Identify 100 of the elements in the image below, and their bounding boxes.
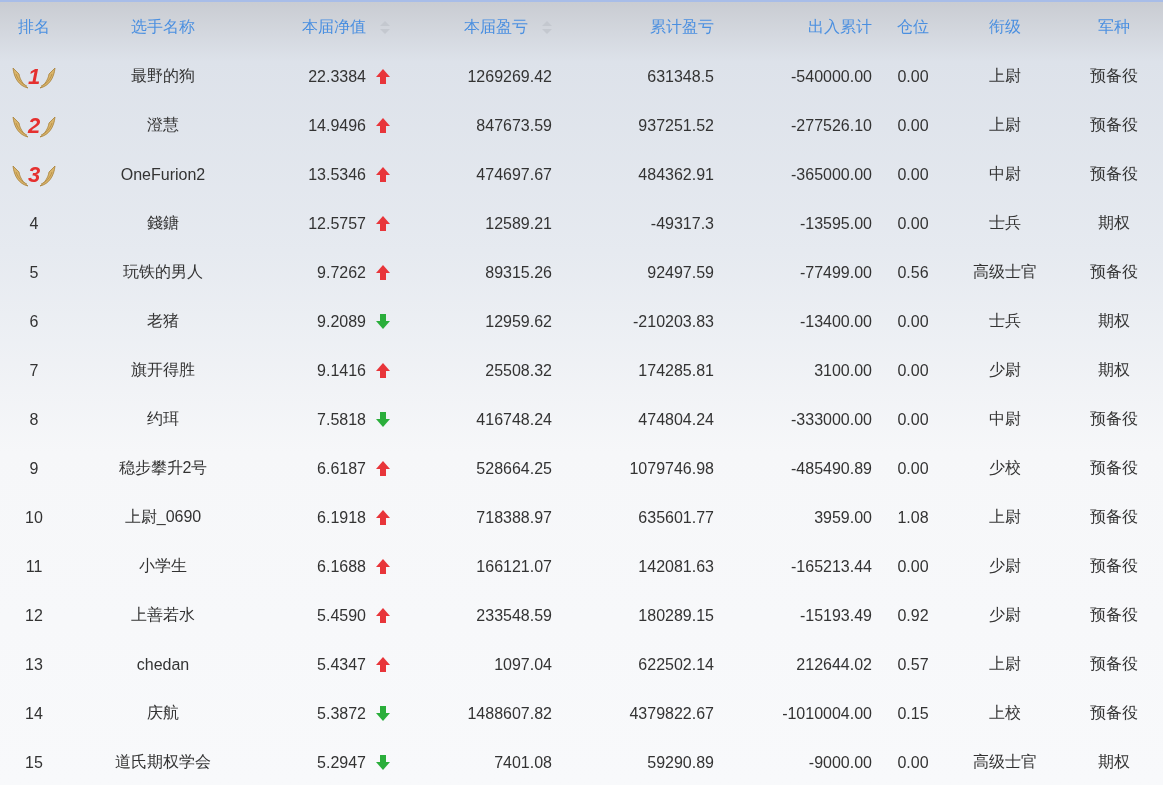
table-cell: 7.5818 — [317, 410, 366, 429]
table-cell: -165213.44 — [791, 557, 872, 576]
column-header: 军种 — [1097, 16, 1130, 37]
column-header: 出入累计 — [808, 16, 872, 37]
table-cell-text: 士兵 — [989, 213, 1021, 233]
table-cell: 9.1416 — [317, 361, 366, 380]
table-cell-text: 高级士官 — [973, 262, 1037, 282]
table-cell-text: 少校 — [989, 458, 1021, 478]
table-cell: -77499.00 — [799, 263, 872, 282]
column-header: 本届盈亏 — [464, 16, 528, 37]
column-header: 选手名称 — [131, 16, 195, 37]
table-cell-text: 预备役 — [1089, 654, 1138, 674]
rank-number: 12 — [25, 606, 43, 625]
rank-number: 10 — [25, 508, 43, 527]
table-cell: -210203.83 — [633, 312, 714, 331]
table-cell: 180289.15 — [638, 606, 714, 625]
rank-number: 8 — [29, 410, 39, 429]
table-cell: 0.00 — [897, 459, 929, 478]
table-cell: 5.3872 — [317, 704, 366, 723]
table-cell-text: 预备役 — [1089, 66, 1138, 86]
player-name: 旗开得胜 — [131, 360, 195, 380]
table-cell: -485490.89 — [791, 459, 872, 478]
table-cell: -277526.10 — [791, 116, 872, 135]
table-cell-text: 期权 — [1097, 213, 1130, 233]
table-cell-text: 预备役 — [1089, 164, 1138, 184]
table-cell: 0.00 — [897, 67, 929, 86]
table-cell-text: 高级士官 — [973, 752, 1037, 772]
table-cell-text: 上尉 — [989, 507, 1021, 527]
table-cell: 3959.00 — [814, 508, 872, 527]
table-cell-text: 少尉 — [989, 605, 1021, 625]
table-cell: 474804.24 — [638, 410, 714, 429]
table-cell-text: 期权 — [1097, 311, 1130, 331]
table-cell: 9.2089 — [317, 312, 366, 331]
table-cell: 12959.62 — [485, 312, 552, 331]
table-cell: 0.56 — [897, 263, 929, 282]
player-name: 老猪 — [147, 311, 179, 331]
table-cell: 1269269.42 — [467, 67, 552, 86]
table-cell: 631348.5 — [647, 67, 714, 86]
table-cell: 6.6187 — [317, 459, 366, 478]
rank-number: 4 — [29, 214, 39, 233]
rank-number: 9 — [29, 459, 39, 478]
table-cell: 0.00 — [897, 214, 929, 233]
table-cell-text: 预备役 — [1089, 605, 1138, 625]
rank-number: 3 — [27, 161, 41, 188]
table-cell: -15193.49 — [799, 606, 872, 625]
table-cell: 92497.59 — [647, 263, 714, 282]
table-cell: 0.00 — [897, 312, 929, 331]
player-name: 道氏期权学会 — [115, 752, 211, 772]
table-cell: 142081.63 — [638, 557, 714, 576]
table-cell: 9.7262 — [317, 263, 366, 282]
table-cell: 0.00 — [897, 116, 929, 135]
table-cell: 528664.25 — [476, 459, 552, 478]
column-header: 本届净值 — [302, 16, 366, 37]
player-name: chedan — [136, 655, 190, 674]
table-cell: 937251.52 — [638, 116, 714, 135]
table-cell-text: 期权 — [1097, 752, 1130, 772]
table-cell: 14.9496 — [308, 116, 366, 135]
table-cell: 5.2947 — [317, 753, 366, 772]
table-cell: 5.4590 — [317, 606, 366, 625]
table-cell: 12589.21 — [485, 214, 552, 233]
column-header: 累计盈亏 — [650, 16, 714, 37]
column-header: 仓位 — [897, 16, 929, 37]
rank-number: 7 — [29, 361, 39, 380]
table-cell: 3100.00 — [814, 361, 872, 380]
table-cell: 7401.08 — [494, 753, 552, 772]
player-name: 约珥 — [147, 409, 179, 429]
table-cell: 622502.14 — [638, 655, 714, 674]
table-cell-text: 上尉 — [989, 66, 1021, 86]
table-cell: 416748.24 — [476, 410, 552, 429]
table-cell: 13.5346 — [308, 165, 366, 184]
table-cell: 12.5757 — [308, 214, 366, 233]
table-cell: 1.08 — [897, 508, 929, 527]
rank-number: 13 — [25, 655, 43, 674]
table-cell: 635601.77 — [638, 508, 714, 527]
table-cell-text: 预备役 — [1089, 262, 1138, 282]
table-cell: -333000.00 — [791, 410, 872, 429]
table-cell: -49317.3 — [650, 214, 714, 233]
table-cell: 847673.59 — [476, 116, 552, 135]
column-header: 衔级 — [989, 16, 1021, 37]
table-cell: -9000.00 — [808, 753, 872, 772]
table-cell: 212644.02 — [796, 655, 872, 674]
table-cell: 6.1688 — [317, 557, 366, 576]
table-cell-text: 预备役 — [1089, 507, 1138, 527]
table-cell: 59290.89 — [647, 753, 714, 772]
table-cell: -540000.00 — [791, 67, 872, 86]
table-cell: -365000.00 — [791, 165, 872, 184]
rank-number: 6 — [29, 312, 39, 331]
table-cell: 233548.59 — [476, 606, 552, 625]
table-cell-text: 预备役 — [1089, 409, 1138, 429]
table-cell-text: 上尉 — [989, 654, 1021, 674]
player-name: 小学生 — [139, 556, 187, 576]
table-cell: 22.3384 — [308, 67, 366, 86]
table-cell-text: 预备役 — [1089, 703, 1138, 723]
player-name: 最野的狗 — [131, 66, 195, 86]
table-cell: 0.00 — [897, 753, 929, 772]
table-cell: 5.4347 — [317, 655, 366, 674]
table-cell-text: 中尉 — [989, 409, 1021, 429]
table-cell-text: 预备役 — [1089, 556, 1138, 576]
table-cell: 0.00 — [897, 410, 929, 429]
table-cell: 474697.67 — [476, 165, 552, 184]
